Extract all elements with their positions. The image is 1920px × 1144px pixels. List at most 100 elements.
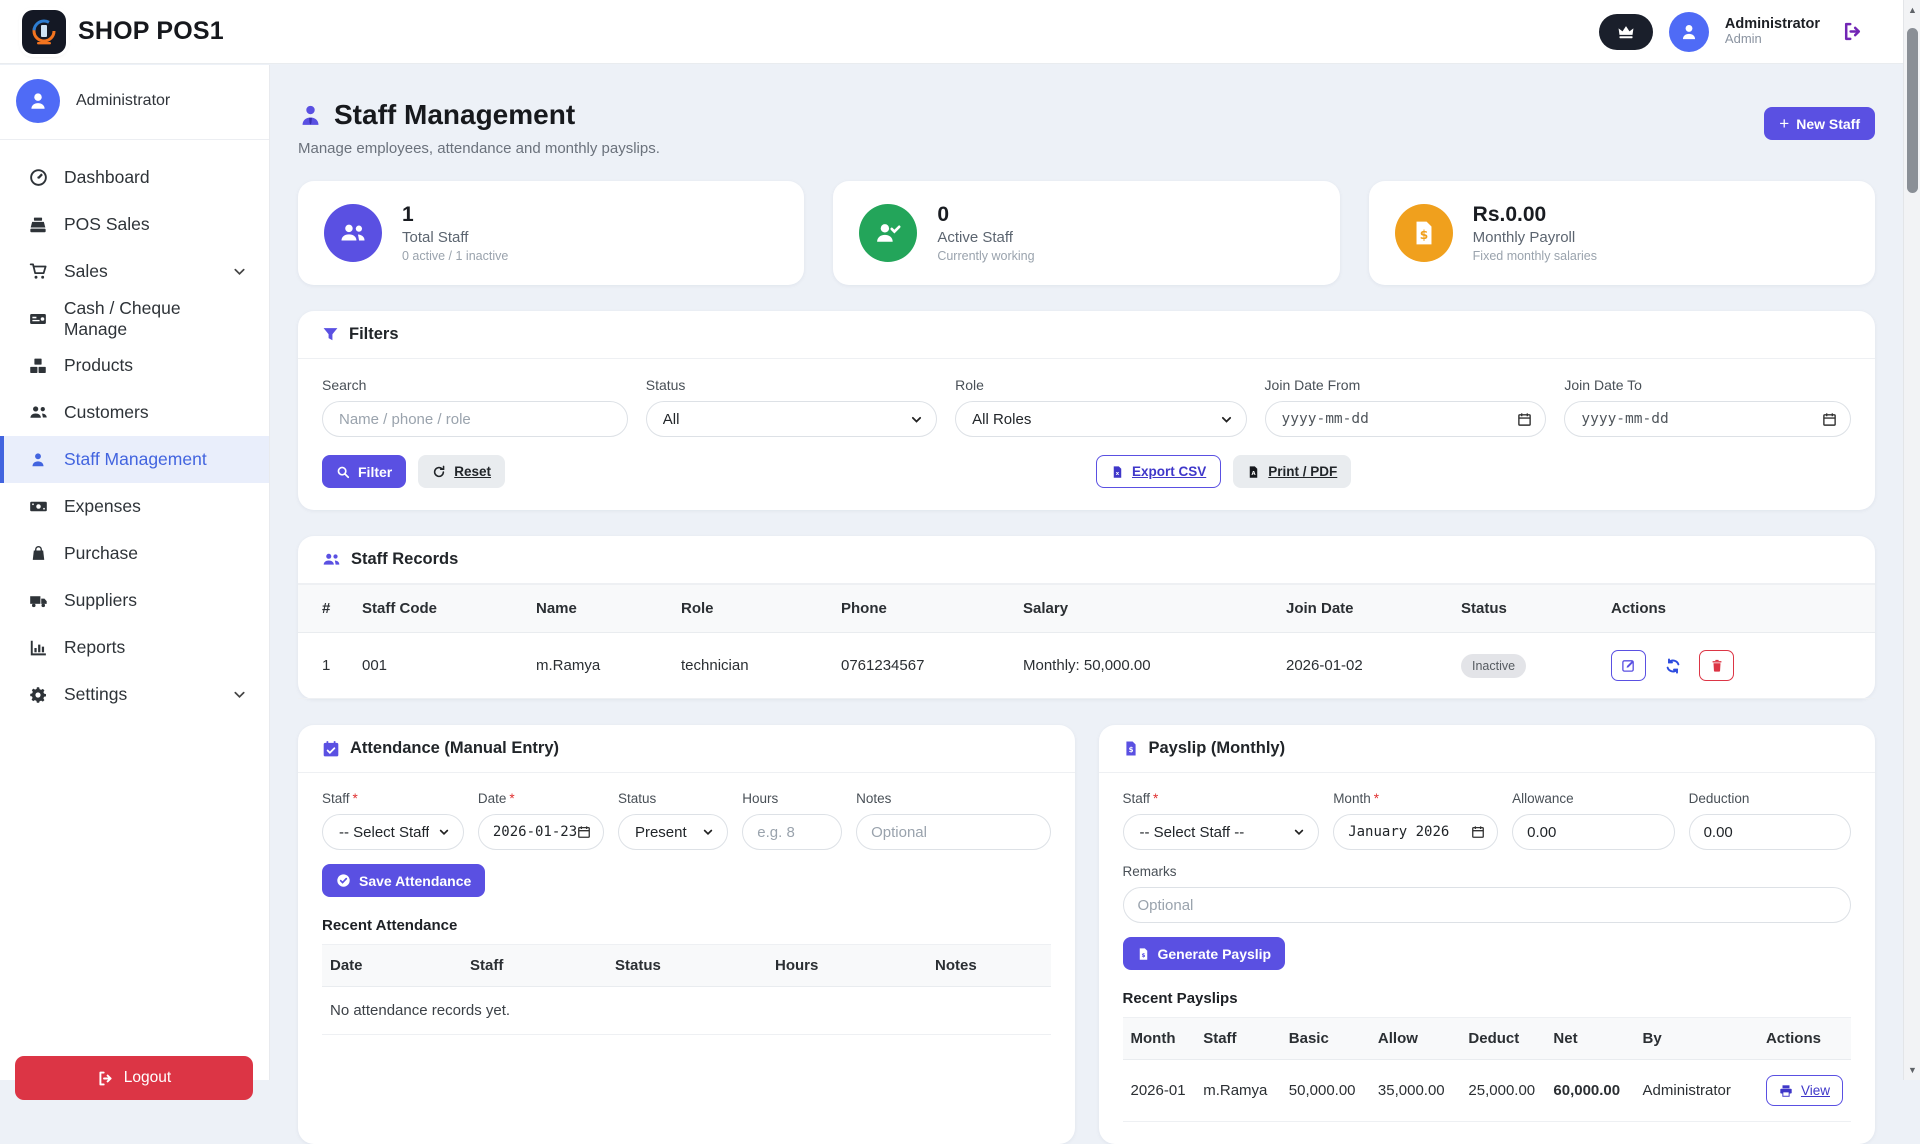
- sidebar-item-label: Sales: [64, 261, 108, 282]
- file-csv-icon: x: [1111, 465, 1124, 479]
- payslip-deduction-input[interactable]: [1690, 824, 1850, 841]
- join-date-from-input[interactable]: [1266, 411, 1546, 427]
- attendance-notes-input[interactable]: [857, 824, 1049, 841]
- user-avatar[interactable]: [1669, 12, 1709, 52]
- role-select[interactable]: All Roles: [956, 411, 1245, 428]
- stats-row: 1 Total Staff 0 active / 1 inactive 0 Ac…: [298, 181, 1875, 285]
- file-invoice-dollar-icon: $: [1137, 947, 1150, 961]
- status-select[interactable]: All: [647, 411, 936, 428]
- calendar-check-icon: [322, 740, 340, 758]
- svg-text:$: $: [1128, 746, 1133, 754]
- attendance-date-input[interactable]: [479, 824, 603, 840]
- user-check-icon: [859, 204, 917, 262]
- gear-icon: [28, 686, 48, 704]
- cell-code: 001: [354, 633, 528, 699]
- sidebar-user: Administrator: [0, 65, 269, 140]
- crown-button[interactable]: [1599, 14, 1653, 50]
- new-staff-button[interactable]: + New Staff: [1764, 107, 1875, 140]
- recent-attendance-title: Recent Attendance: [322, 917, 1051, 934]
- cell-phone: 0761234567: [833, 633, 1015, 699]
- ps-staff-label: Staff*: [1123, 791, 1320, 806]
- sidebar-item-label: Staff Management: [64, 449, 207, 470]
- cash-register-icon: [28, 216, 48, 234]
- sidebar-item-label: Cash / Cheque Manage: [64, 298, 247, 340]
- sidebar-item-suppliers[interactable]: Suppliers: [0, 577, 269, 624]
- join-date-from-label: Join Date From: [1265, 377, 1547, 393]
- payslip-staff-select[interactable]: -- Select Staff --: [1124, 824, 1319, 841]
- sidebar-item-label: Purchase: [64, 543, 138, 564]
- staff-title-icon: [298, 103, 323, 128]
- generate-payslip-button[interactable]: $ Generate Payslip: [1123, 937, 1286, 970]
- delete-button[interactable]: [1699, 650, 1734, 681]
- empty-row: No attendance records yet.: [322, 987, 1051, 1035]
- sidebar-item-dashboard[interactable]: Dashboard: [0, 154, 269, 201]
- stat-card-active-staff: 0 Active Staff Currently working: [833, 181, 1339, 285]
- sidebar: Administrator Dashboard POS Sales Sales: [0, 65, 270, 1080]
- sidebar-item-label: Products: [64, 355, 133, 376]
- logo-emblem-icon: [29, 17, 59, 47]
- sidebar-user-name: Administrator: [76, 92, 170, 110]
- ps-remarks-label: Remarks: [1123, 864, 1852, 879]
- cell-salary: Monthly: 50,000.00: [1015, 633, 1278, 699]
- payslip-allowance-input[interactable]: [1513, 824, 1673, 841]
- reset-button[interactable]: Reset: [418, 455, 505, 488]
- sidebar-item-settings[interactable]: Settings: [0, 671, 269, 718]
- print-pdf-button[interactable]: A Print / PDF: [1233, 455, 1351, 488]
- main-content: Staff Management Manage employees, atten…: [270, 65, 1903, 1144]
- search-input[interactable]: [323, 411, 627, 428]
- staff-records-card: Staff Records # Staff Code Name Role Pho…: [298, 536, 1875, 699]
- att-date-label: Date*: [478, 791, 604, 806]
- sidebar-item-expenses[interactable]: Expenses: [0, 483, 269, 530]
- filter-button[interactable]: Filter: [322, 455, 406, 488]
- cell-join-date: 2026-01-02: [1278, 633, 1453, 699]
- sidebar-item-label: Customers: [64, 402, 149, 423]
- export-csv-button[interactable]: x Export CSV: [1096, 455, 1221, 488]
- chevron-down-icon: [232, 687, 247, 702]
- sidebar-item-cash-cheque[interactable]: Cash / Cheque Manage: [0, 295, 269, 342]
- required-mark: *: [353, 791, 358, 806]
- header-logout-button[interactable]: [1842, 21, 1863, 42]
- sidebar-item-pos-sales[interactable]: POS Sales: [0, 201, 269, 248]
- sidebar-item-staff-management[interactable]: Staff Management: [0, 436, 269, 483]
- attendance-status-select[interactable]: Present: [619, 824, 727, 841]
- att-status-label: Status: [618, 791, 728, 806]
- scroll-down-arrow[interactable]: ▼: [1904, 1062, 1920, 1078]
- payslip-remarks-input[interactable]: [1124, 897, 1851, 914]
- cell-basic: 50,000.00: [1281, 1060, 1370, 1122]
- payslip-card: $ Payslip (Monthly) Staff* -- Select Sta…: [1099, 725, 1876, 1144]
- cell-role: technician: [673, 633, 833, 699]
- edit-button[interactable]: [1611, 650, 1646, 681]
- speedometer-icon: [28, 168, 48, 187]
- crown-icon: [1616, 23, 1636, 41]
- sidebar-item-purchase[interactable]: Purchase: [0, 530, 269, 577]
- stat-sub: Fixed monthly salaries: [1473, 249, 1597, 263]
- required-mark: *: [1374, 791, 1379, 806]
- scrollbar[interactable]: ▲ ▼: [1903, 0, 1920, 1080]
- staff-records-title: Staff Records: [351, 550, 458, 569]
- refresh-icon: [432, 465, 446, 479]
- attendance-staff-select[interactable]: -- Select Staff --: [323, 824, 463, 841]
- stat-sub: Currently working: [937, 249, 1034, 263]
- join-date-to-input[interactable]: [1565, 411, 1850, 427]
- save-attendance-button[interactable]: Save Attendance: [322, 864, 485, 897]
- toggle-status-button[interactable]: [1655, 650, 1690, 681]
- sidebar-item-customers[interactable]: Customers: [0, 389, 269, 436]
- attendance-card: Attendance (Manual Entry) Staff* -- Sele…: [298, 725, 1075, 1144]
- attendance-hours-input[interactable]: [743, 824, 841, 841]
- logout-icon: [1842, 21, 1863, 42]
- att-hours-label: Hours: [742, 791, 842, 806]
- scrollbar-thumb[interactable]: [1907, 28, 1918, 193]
- cell-month: 2026-01: [1123, 1060, 1196, 1122]
- sidebar-item-products[interactable]: Products: [0, 342, 269, 389]
- payslip-month-input[interactable]: [1334, 824, 1497, 840]
- empty-message: No attendance records yet.: [322, 987, 1051, 1035]
- cell-allow: 35,000.00: [1370, 1060, 1461, 1122]
- scroll-up-arrow[interactable]: ▲: [1904, 2, 1920, 18]
- sidebar-item-label: Suppliers: [64, 590, 137, 611]
- file-invoice-dollar-icon: $: [1123, 740, 1139, 757]
- staff-records-table: # Staff Code Name Role Phone Salary Join…: [298, 584, 1875, 699]
- sidebar-item-reports[interactable]: Reports: [0, 624, 269, 671]
- stat-value: 1: [402, 203, 508, 227]
- topbar: SHOP POS1 Administrator Admin: [0, 0, 1903, 64]
- sidebar-item-sales[interactable]: Sales: [0, 248, 269, 295]
